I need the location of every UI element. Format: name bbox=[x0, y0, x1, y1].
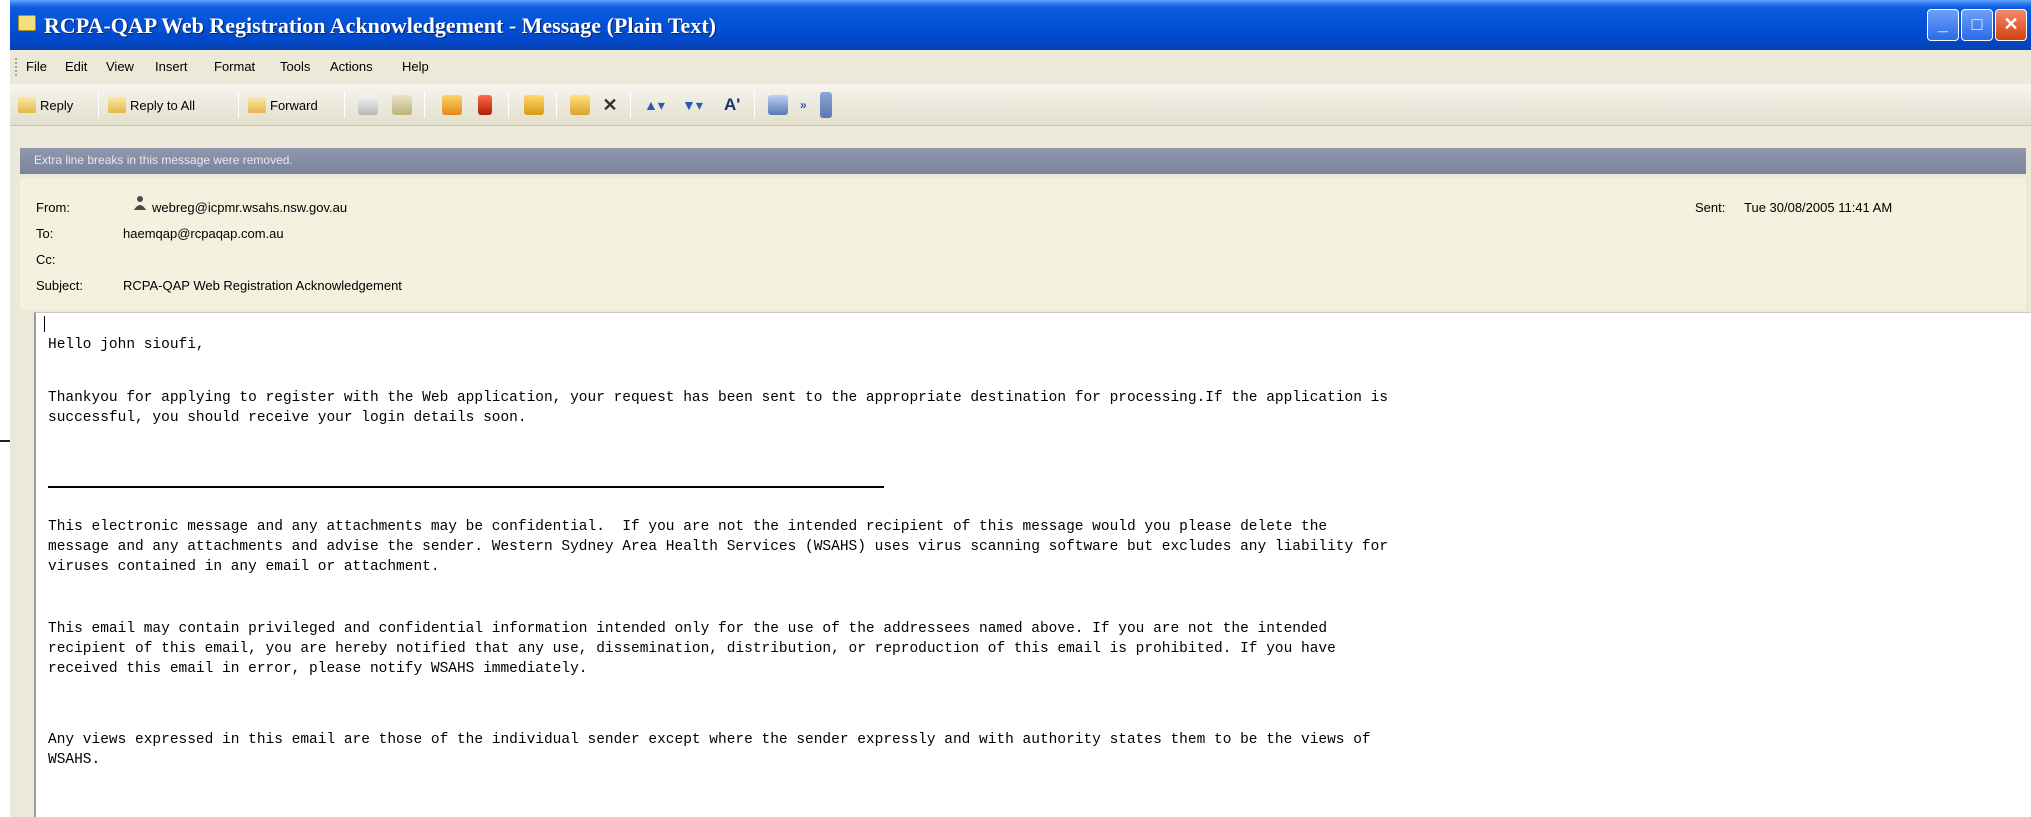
message-header: From: webreg@icpmr.wsahs.nsw.gov.au Sent… bbox=[20, 178, 2026, 310]
envelope-icon bbox=[18, 15, 36, 31]
menu-actions[interactable]: Actions bbox=[330, 59, 373, 74]
help-icon[interactable]: » bbox=[800, 95, 818, 115]
info-bar[interactable]: Extra line breaks in this message were r… bbox=[20, 148, 2026, 174]
menu-tools[interactable]: Tools bbox=[280, 59, 310, 74]
window-title: RCPA-QAP Web Registration Acknowledgemen… bbox=[44, 13, 716, 38]
address-book-icon[interactable] bbox=[524, 95, 544, 115]
menu-view[interactable]: View bbox=[106, 59, 134, 74]
screen-left-edge bbox=[0, 0, 10, 817]
message-window: RCPA-QAP Web Registration Acknowledgemen… bbox=[10, 0, 2031, 817]
menu-bar: File Edit View Insert Format Tools Actio… bbox=[10, 50, 2031, 84]
signature-divider bbox=[48, 486, 884, 488]
toolbar-separator bbox=[508, 92, 509, 118]
toolbar-separator bbox=[238, 92, 239, 118]
reply-icon bbox=[18, 97, 36, 113]
sent-date: Tue 30/08/2005 11:41 AM bbox=[1744, 200, 1893, 215]
from-address[interactable]: webreg@icpmr.wsahs.nsw.gov.au bbox=[152, 200, 347, 215]
toolbar-separator bbox=[754, 92, 755, 118]
message-body[interactable]: Hello john sioufi, Thankyou for applying… bbox=[34, 312, 2031, 817]
contact-icon[interactable] bbox=[132, 195, 148, 211]
toolbar-overflow-handle[interactable] bbox=[820, 92, 832, 118]
forward-icon bbox=[248, 97, 266, 113]
menu-insert[interactable]: Insert bbox=[155, 59, 188, 74]
next-item-icon[interactable]: ▼▾ bbox=[682, 95, 708, 115]
print-icon[interactable] bbox=[358, 95, 378, 115]
toolbar-separator bbox=[98, 92, 99, 118]
forward-label: Forward bbox=[270, 97, 318, 113]
forward-button[interactable]: Forward bbox=[248, 94, 318, 116]
reply-all-icon bbox=[108, 97, 126, 113]
categories-icon[interactable] bbox=[442, 95, 462, 115]
reply-label: Reply bbox=[40, 97, 74, 113]
options-icon[interactable] bbox=[768, 95, 788, 115]
delete-icon[interactable]: ✕ bbox=[600, 95, 620, 115]
from-label: From: bbox=[36, 200, 70, 215]
menu-file[interactable]: File bbox=[26, 59, 47, 74]
maximize-button[interactable]: □ bbox=[1961, 9, 1993, 41]
menu-edit[interactable]: Edit bbox=[65, 59, 87, 74]
standard-toolbar: Reply Reply to All Forward ✕ ▲▾ ▼▾ A' » bbox=[10, 84, 2031, 126]
font-size-icon[interactable]: A' bbox=[724, 95, 746, 115]
previous-item-icon[interactable]: ▲▾ bbox=[644, 95, 670, 115]
text-caret bbox=[44, 316, 45, 332]
title-bar[interactable]: RCPA-QAP Web Registration Acknowledgemen… bbox=[10, 0, 2031, 50]
menu-help[interactable]: Help bbox=[402, 59, 429, 74]
toolbar-separator bbox=[630, 92, 631, 118]
subject-text: RCPA-QAP Web Registration Acknowledgemen… bbox=[123, 278, 402, 293]
reply-all-label: Reply to All bbox=[130, 97, 196, 113]
menu-grip bbox=[15, 58, 18, 76]
info-bar-text: Extra line breaks in this message were r… bbox=[34, 153, 293, 167]
menu-format[interactable]: Format bbox=[214, 59, 255, 74]
flag-icon[interactable] bbox=[478, 95, 492, 115]
disclaimer-paragraph-2: This email may contain privileged and co… bbox=[48, 621, 1336, 677]
body-paragraph: Thankyou for applying to register with t… bbox=[48, 390, 1389, 426]
close-button[interactable]: ✕ bbox=[1995, 9, 2027, 41]
minimize-button[interactable]: _ bbox=[1927, 9, 1959, 41]
toolbar-separator bbox=[344, 92, 345, 118]
edge-mark bbox=[0, 440, 10, 442]
cc-label: Cc: bbox=[36, 252, 56, 267]
move-icon[interactable] bbox=[392, 95, 412, 115]
find-icon[interactable] bbox=[570, 95, 590, 115]
greeting-text: Hello john sioufi, bbox=[48, 337, 205, 353]
reply-button[interactable]: Reply bbox=[18, 94, 73, 116]
toolbar-separator bbox=[556, 92, 557, 118]
disclaimer-paragraph-1: This electronic message and any attachme… bbox=[48, 519, 1389, 575]
disclaimer-paragraph-3: Any views expressed in this email are th… bbox=[48, 732, 1371, 768]
toolbar-separator bbox=[424, 92, 425, 118]
to-label: To: bbox=[36, 226, 54, 241]
to-address[interactable]: haemqap@rcpaqap.com.au bbox=[123, 226, 284, 241]
subject-label: Subject: bbox=[36, 278, 83, 293]
reply-all-button[interactable]: Reply to All bbox=[108, 94, 195, 116]
sent-label: Sent: bbox=[1695, 200, 1726, 215]
